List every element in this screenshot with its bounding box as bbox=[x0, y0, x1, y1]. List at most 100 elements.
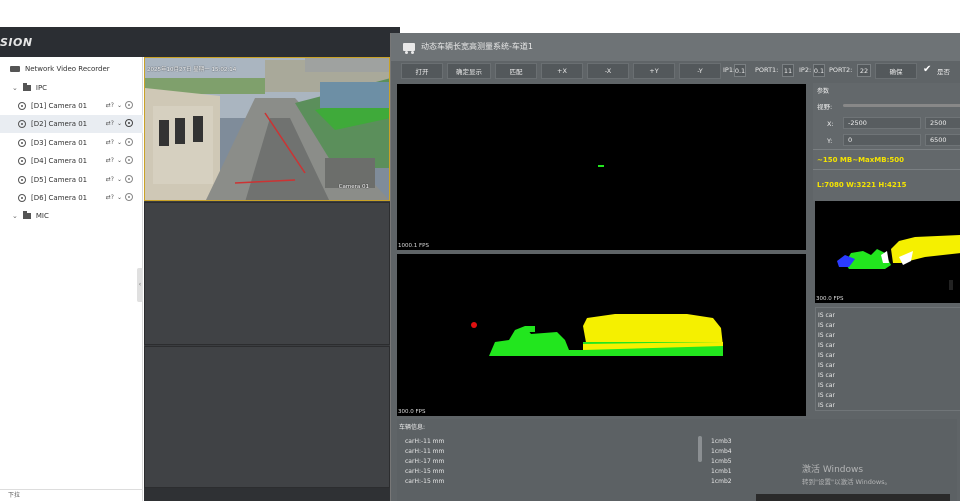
vehicle-height-log[interactable]: carH:-11 mm carH:-11 mm carH:-17 mm carH… bbox=[405, 438, 695, 500]
y-minus-button[interactable]: -Y bbox=[679, 63, 721, 79]
chevron-down-icon[interactable]: ⌄ bbox=[117, 120, 122, 127]
tree-item-camera-d3[interactable]: [D3] Camera 01 ⇄? ⌄ bbox=[0, 134, 143, 152]
row-actions: ⇄? ⌄ bbox=[106, 193, 133, 201]
list-item: IS car bbox=[818, 362, 835, 369]
row-actions: ⇄? ⌄ bbox=[106, 175, 133, 183]
record-icon[interactable] bbox=[125, 193, 133, 201]
side-view-panel[interactable]: 300.0 FPS bbox=[397, 254, 806, 416]
playback-icon[interactable]: ⇄? bbox=[106, 157, 114, 164]
log-line: carH:-15 mm bbox=[405, 478, 445, 485]
camera-icon bbox=[18, 194, 26, 202]
divider bbox=[813, 169, 960, 170]
truck-icon bbox=[403, 43, 415, 54]
tree-item-label: IPC bbox=[35, 84, 48, 92]
chevron-down-icon[interactable]: ⌄ bbox=[117, 194, 122, 201]
view-slider[interactable] bbox=[843, 104, 960, 107]
video-tile-empty[interactable] bbox=[144, 346, 390, 488]
chevron-down-icon[interactable]: ⌄ bbox=[12, 212, 18, 220]
chevron-down-icon[interactable]: ⌄ bbox=[12, 84, 18, 92]
log-line: carH:-17 mm bbox=[405, 458, 445, 465]
record-icon[interactable] bbox=[125, 156, 133, 164]
divider bbox=[813, 149, 960, 150]
windows-activation-watermark: 激活 Windows bbox=[802, 465, 864, 475]
record-icon[interactable] bbox=[125, 138, 133, 146]
tree-item-camera-d6[interactable]: [D6] Camera 01 ⇄? ⌄ bbox=[0, 189, 143, 207]
x-max-input[interactable]: 2500 bbox=[925, 117, 960, 129]
ip2-input[interactable]: 0.1 bbox=[813, 64, 825, 77]
panel-collapse-handle[interactable]: ‹ bbox=[137, 268, 143, 302]
y-plus-button[interactable]: +Y bbox=[633, 63, 675, 79]
playback-icon[interactable]: ⇄? bbox=[106, 176, 114, 183]
list-item: IS car bbox=[818, 342, 835, 349]
scrollbar-thumb[interactable] bbox=[949, 280, 953, 290]
confirm-button[interactable]: 确保 bbox=[875, 63, 917, 79]
top-view-panel[interactable]: 1000.1 FPS bbox=[397, 84, 806, 250]
x-minus-button[interactable]: -X bbox=[587, 63, 629, 79]
top-view-pointcloud bbox=[598, 165, 604, 167]
playback-icon[interactable]: ⇄? bbox=[106, 194, 114, 201]
tree-item-camera-d1[interactable]: [D1] Camera 01 ⇄? ⌄ bbox=[0, 97, 143, 115]
camera-icon bbox=[18, 120, 26, 128]
tree-item-camera-d5[interactable]: [D5] Camera 01 ⇄? ⌄ bbox=[0, 171, 143, 189]
playback-icon[interactable]: ⇄? bbox=[106, 139, 114, 146]
camera-snapshot bbox=[145, 58, 389, 200]
open-button[interactable]: 打开 bbox=[401, 63, 443, 79]
match-button[interactable]: 匹配 bbox=[495, 63, 537, 79]
chevron-down-icon[interactable]: ⌄ bbox=[117, 176, 122, 183]
dropdown-label[interactable]: 下拉 bbox=[8, 492, 20, 499]
side-view-fps: 300.0 FPS bbox=[398, 409, 426, 415]
y-label: Y: bbox=[827, 137, 833, 145]
camera-icon bbox=[18, 102, 26, 110]
record-icon[interactable] bbox=[125, 101, 133, 109]
playback-icon[interactable]: ⇄? bbox=[106, 120, 114, 127]
log-scrollbar[interactable] bbox=[698, 436, 702, 462]
log-line: 1cmb5 bbox=[711, 458, 732, 465]
screen: SION Network Video Recorder ⌄ IPC [D1] C… bbox=[0, 0, 960, 501]
y-min-input[interactable]: 0 bbox=[843, 134, 921, 146]
camera-icon bbox=[18, 176, 26, 184]
parameters-panel: 参数 视野: X: -2500 2500 Y: 0 6500 ~150 MB~M… bbox=[813, 83, 960, 201]
detection-list[interactable]: IS car IS car IS car IS car IS car IS ca… bbox=[815, 307, 960, 411]
x-plus-button[interactable]: +X bbox=[541, 63, 583, 79]
record-icon[interactable] bbox=[125, 119, 133, 127]
ip1-input[interactable]: 0.1 bbox=[734, 64, 746, 77]
log-line: 1cmb1 bbox=[711, 468, 732, 475]
chevron-down-icon[interactable]: ⌄ bbox=[117, 102, 122, 109]
camera-icon bbox=[18, 139, 26, 147]
tree-item-camera-d2[interactable]: [D2] Camera 01 ⇄? ⌄ bbox=[0, 115, 143, 133]
tree-item-label: Network Video Recorder bbox=[25, 65, 110, 73]
tree-item-label: [D1] Camera 01 bbox=[31, 102, 88, 110]
top-view-fps: 1000.1 FPS bbox=[398, 243, 429, 249]
log-line: carH:-11 mm bbox=[405, 448, 445, 455]
tree-group-mic[interactable]: ⌄ MIC bbox=[0, 207, 143, 225]
log-line: carH:-11 mm bbox=[405, 438, 445, 445]
chevron-down-icon[interactable]: ⌄ bbox=[117, 157, 122, 164]
nvr-brand-logo: SION bbox=[0, 36, 33, 49]
taskbar-strip bbox=[756, 494, 950, 501]
port1-input[interactable]: 11 bbox=[782, 64, 794, 77]
record-icon[interactable] bbox=[125, 175, 133, 183]
port2-input[interactable]: 22 bbox=[857, 64, 871, 77]
video-tile-empty[interactable] bbox=[144, 202, 390, 345]
tree-group-ipc[interactable]: ⌄ IPC bbox=[0, 79, 143, 97]
display-button[interactable]: 确定显示 bbox=[447, 63, 491, 79]
row-actions: ⇄? ⌄ bbox=[106, 156, 133, 164]
dimensions-readout: L:7080 W:3221 H:4215 bbox=[817, 181, 907, 189]
x-min-input[interactable]: -2500 bbox=[843, 117, 921, 129]
chevron-down-icon[interactable]: ⌄ bbox=[117, 139, 122, 146]
checkbox-checked-icon[interactable]: ✔ bbox=[923, 64, 933, 76]
log-line: 1cmb2 bbox=[711, 478, 732, 485]
y-max-input[interactable]: 6500 bbox=[925, 134, 960, 146]
list-item: IS car bbox=[818, 392, 835, 399]
video-tile-camera[interactable]: 2025年10月27日 星期一 15:02:14 Camera 01 bbox=[144, 57, 390, 201]
list-item: IS car bbox=[818, 372, 835, 379]
window-titlebar[interactable]: 动态车辆长宽高测量系统-车道1 bbox=[391, 33, 960, 61]
tree-item-camera-d4[interactable]: [D4] Camera 01 ⇄? ⌄ bbox=[0, 152, 143, 170]
row-actions: ⇄? ⌄ bbox=[106, 138, 133, 146]
mini-view-panel[interactable]: 300.0 FPS bbox=[815, 201, 960, 303]
parameters-title: 参数 bbox=[817, 88, 830, 95]
playback-icon[interactable]: ⇄? bbox=[106, 102, 114, 109]
tree-item-nvr[interactable]: Network Video Recorder bbox=[0, 60, 143, 78]
windows-activation-hint: 转到"设置"以激活 Windows。 bbox=[802, 478, 892, 486]
tree-item-label: [D4] Camera 01 bbox=[31, 157, 88, 165]
